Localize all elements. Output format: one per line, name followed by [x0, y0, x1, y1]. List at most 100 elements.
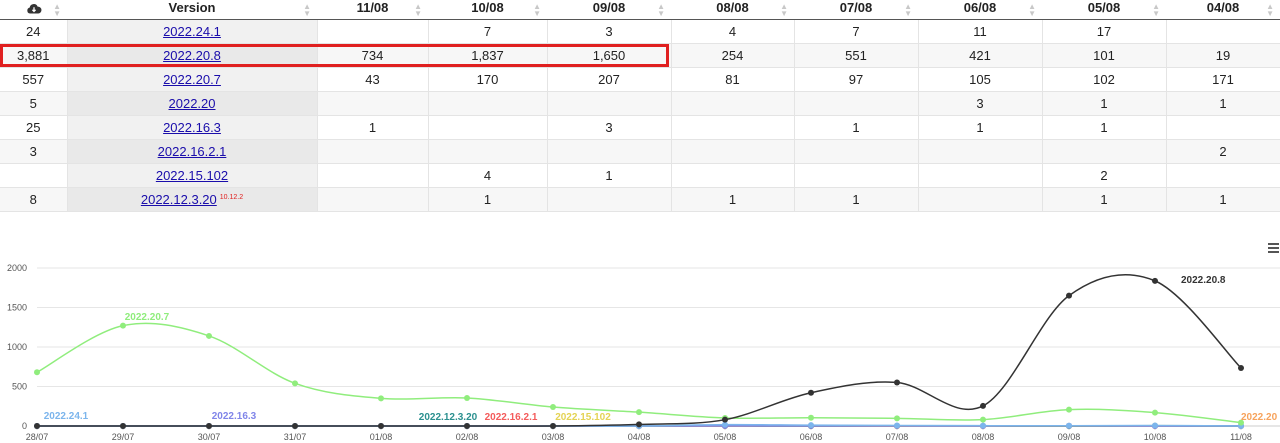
version-cell: 2022.20 — [67, 91, 318, 116]
count-cell: 101 — [1042, 43, 1167, 68]
count-cell: 551 — [794, 43, 919, 68]
download-column-header[interactable]: ▲ ▼ — [0, 0, 67, 20]
column-header-version[interactable]: Version ▲ ▼ — [67, 0, 317, 20]
count-cell — [428, 139, 548, 164]
table-row: 8 2022.12.3.20 10.12.2 1 1 1 1 1 — [0, 187, 1280, 212]
version-cell: 2022.12.3.20 10.12.2 — [67, 187, 318, 212]
version-link[interactable]: 2022.12.3.20 — [141, 192, 217, 207]
series-label: 2022.20.7 — [125, 312, 170, 323]
sort-icon[interactable]: ▲ ▼ — [904, 3, 912, 18]
x-tick-label: 31/07 — [284, 432, 307, 442]
x-tick-label: 08/08 — [972, 432, 995, 442]
count-cell: 207 — [547, 67, 672, 92]
y-tick-label: 2000 — [7, 263, 27, 273]
column-header-date[interactable]: 06/08 ▲ ▼ — [918, 0, 1042, 20]
data-point — [1152, 422, 1158, 429]
data-point — [980, 402, 986, 409]
total-cell: 3,881 — [0, 43, 68, 68]
count-cell — [794, 139, 919, 164]
sort-icon[interactable]: ▲ ▼ — [303, 3, 311, 18]
version-link[interactable]: 2022.20.7 — [163, 72, 221, 87]
data-point — [1066, 292, 1072, 299]
data-point — [636, 421, 642, 428]
data-point — [464, 394, 470, 401]
version-link[interactable]: 2022.24.1 — [163, 24, 221, 39]
menu-bar[interactable] — [1268, 251, 1279, 253]
count-cell: 3 — [547, 19, 672, 44]
count-cell: 4 — [671, 19, 795, 44]
sort-icon[interactable]: ▲ ▼ — [53, 3, 61, 18]
series-line — [37, 274, 1242, 427]
version-link[interactable]: 2022.20 — [169, 96, 216, 111]
count-cell — [547, 91, 672, 116]
sort-icon[interactable]: ▲ ▼ — [657, 3, 665, 18]
version-link[interactable]: 2022.16.3 — [163, 120, 221, 135]
y-tick-label: 1000 — [7, 342, 27, 352]
column-header-date[interactable]: 10/08 ▲ ▼ — [428, 0, 547, 20]
version-link[interactable]: 2022.20.8 — [163, 48, 221, 63]
count-cell: 1 — [547, 163, 672, 188]
count-cell: 1 — [1042, 91, 1167, 116]
count-cell: 102 — [1042, 67, 1167, 92]
column-header-date[interactable]: 09/08 ▲ ▼ — [547, 0, 671, 20]
count-cell — [794, 91, 919, 116]
count-cell: 1 — [918, 115, 1043, 140]
sort-icon[interactable]: ▲ ▼ — [780, 3, 788, 18]
hamburger-menu-icon[interactable] — [1268, 243, 1279, 253]
menu-bar[interactable] — [1268, 243, 1279, 245]
sort-icon[interactable]: ▲ ▼ — [414, 3, 422, 18]
sort-icon[interactable]: ▲ ▼ — [1028, 3, 1036, 18]
x-tick-label: 29/07 — [112, 432, 135, 442]
series-label: 2022.12.3.20 — [419, 412, 478, 423]
data-point — [1066, 422, 1072, 429]
count-cell: 1,837 — [428, 43, 548, 68]
count-cell: 11 — [918, 19, 1043, 44]
table-row: 5 2022.20 3 1 1 — [0, 91, 1280, 116]
data-point — [894, 415, 900, 422]
count-cell — [317, 91, 429, 116]
x-tick-label: 28/07 — [26, 432, 49, 442]
column-header-date[interactable]: 04/08 ▲ ▼ — [1166, 0, 1280, 20]
x-tick-label: 05/08 — [714, 432, 737, 442]
column-header-date[interactable]: 11/08 ▲ ▼ — [317, 0, 428, 20]
count-cell — [317, 139, 429, 164]
column-header-date[interactable]: 07/08 ▲ ▼ — [794, 0, 918, 20]
sort-icon[interactable]: ▲ ▼ — [533, 3, 541, 18]
data-point — [980, 422, 986, 429]
count-cell: 1 — [317, 115, 429, 140]
count-cell — [671, 163, 795, 188]
sort-icon[interactable]: ▲ ▼ — [1152, 3, 1160, 18]
y-tick-label: 0 — [22, 421, 27, 431]
total-cell: 5 — [0, 91, 68, 116]
data-point — [1152, 277, 1158, 284]
count-cell — [547, 139, 672, 164]
column-header-date[interactable]: 08/08 ▲ ▼ — [671, 0, 794, 20]
count-cell: 1 — [1042, 115, 1167, 140]
table-row: 3,881 2022.20.8 734 1,837 1,650 254 551 421 101 1… — [0, 43, 1280, 68]
version-cell: 2022.16.3 — [67, 115, 318, 140]
version-link[interactable]: 2022.16.2.1 — [158, 144, 227, 159]
y-tick-label: 500 — [12, 382, 27, 392]
total-cell: 3 — [0, 139, 68, 164]
sort-icon[interactable]: ▲ ▼ — [1266, 3, 1274, 18]
count-cell: 7 — [794, 19, 919, 44]
menu-bar[interactable] — [1268, 247, 1279, 249]
data-point — [808, 422, 814, 429]
data-point — [550, 404, 556, 411]
data-point — [378, 423, 384, 429]
count-cell: 3 — [918, 91, 1043, 116]
data-point — [1238, 365, 1244, 372]
x-tick-label: 10/08 — [1144, 432, 1167, 442]
data-point — [464, 423, 470, 429]
version-link[interactable]: 2022.15.102 — [156, 168, 228, 183]
count-cell: 1 — [1166, 91, 1280, 116]
count-cell: 2 — [1166, 139, 1280, 164]
count-cell — [317, 19, 429, 44]
data-point — [722, 416, 728, 423]
count-cell: 170 — [428, 67, 548, 92]
column-header-date[interactable]: 05/08 ▲ ▼ — [1042, 0, 1166, 20]
cloud-download-icon[interactable] — [26, 3, 42, 15]
count-cell: 1 — [794, 187, 919, 212]
count-cell — [428, 91, 548, 116]
data-point — [120, 322, 126, 329]
